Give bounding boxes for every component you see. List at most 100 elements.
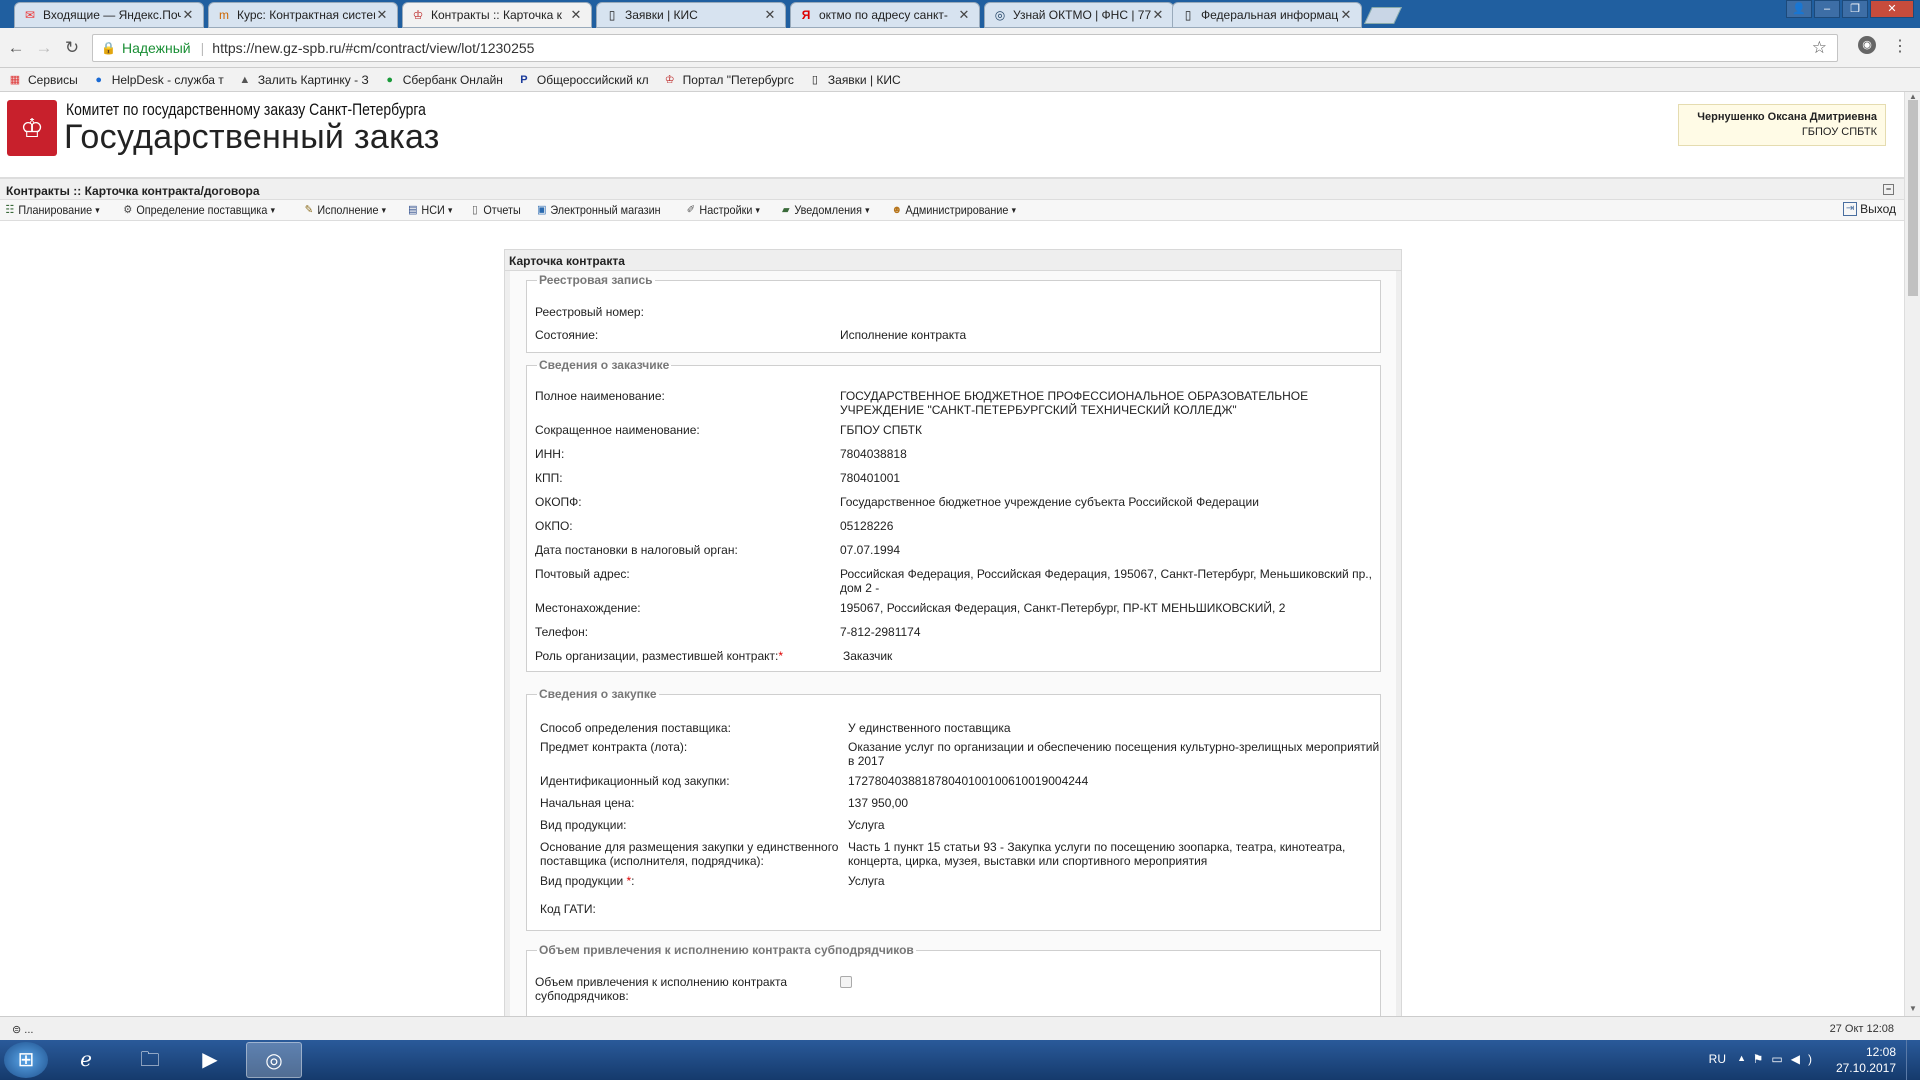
- explorer-taskbar-icon[interactable]: 🗀: [122, 1042, 178, 1078]
- card-body: Реестровая запись Реестровый номер: Сост…: [510, 271, 1396, 1016]
- clock-time[interactable]: 12:08: [1826, 1045, 1896, 1059]
- close-icon[interactable]: ✕: [1339, 7, 1353, 23]
- new-tab-button[interactable]: [1364, 7, 1402, 24]
- close-icon[interactable]: ✕: [1151, 7, 1165, 23]
- bookmark-star-icon[interactable]: ☆: [1812, 38, 1827, 58]
- close-icon[interactable]: ✕: [569, 7, 583, 23]
- window-close-button[interactable]: ✕: [1870, 0, 1914, 18]
- menu-nsi[interactable]: ▤ НСИ ▼: [407, 203, 454, 217]
- field-value: Услуга: [848, 874, 885, 888]
- field-label: Роль организации, разместившей контракт:…: [535, 649, 835, 663]
- menu-settings[interactable]: ✐ Настройки ▼: [685, 203, 762, 217]
- browser-menu-icon[interactable]: ⋮: [1892, 36, 1908, 56]
- user-info[interactable]: Чернушенко Оксана Дмитриевна ГБПОУ СПБТК: [1678, 104, 1886, 146]
- bookmark-classifier[interactable]: P Общероссийский кл: [517, 73, 648, 87]
- menu-admin[interactable]: ☻ Администрирование ▼: [891, 203, 1017, 217]
- network-icon[interactable]: ▭: [1771, 1052, 1790, 1066]
- close-icon[interactable]: ✕: [375, 7, 389, 23]
- caret-down-icon: ▼: [93, 205, 102, 215]
- tab-fns[interactable]: ◎ Узнай ОКТМО | ФНС | 77 ✕: [984, 2, 1174, 28]
- flag-icon[interactable]: ⚑: [1753, 1052, 1772, 1066]
- menu-eshop[interactable]: ▣ Электронный магазин: [536, 203, 661, 217]
- field-value: Часть 1 пункт 15 статьи 93 - Закупка усл…: [848, 840, 1346, 868]
- field-value: Российская Федерация, Российская Федерац…: [840, 567, 1372, 595]
- page-icon: ▯: [608, 8, 616, 22]
- menu-planning[interactable]: ☷ Планирование ▼: [4, 203, 101, 217]
- bookmark-portal[interactable]: ♔ Портал "Петербургс: [663, 73, 794, 87]
- tab-yandex-mail[interactable]: ✉ Входящие — Яндекс.Почта ✕: [14, 2, 204, 28]
- minimize-button[interactable]: –: [1814, 0, 1840, 18]
- close-icon[interactable]: ✕: [181, 7, 195, 23]
- field-label: Объем привлечения к исполнению контракта…: [535, 975, 788, 1003]
- url-field[interactable]: 🔒 Надежный | https://new.gz-spb.ru/#cm/c…: [92, 34, 1838, 62]
- bookmark-sberbank[interactable]: ● Сбербанк Онлайн: [383, 73, 503, 87]
- language-indicator[interactable]: RU: [1709, 1052, 1726, 1066]
- volume-icon[interactable]: ◀): [1791, 1052, 1820, 1066]
- mail-icon: ✉: [24, 8, 36, 22]
- scrollbar-thumb[interactable]: [1908, 100, 1918, 296]
- sberbank-icon: ●: [386, 73, 394, 86]
- bookmarks-bar: ▦ Сервисы ● HelpDesk - служба т ▲ Залить Ка…: [0, 68, 1920, 92]
- restore-button[interactable]: ❐: [1842, 0, 1868, 18]
- field-value: 05128226: [840, 519, 894, 533]
- media-player-taskbar-icon[interactable]: ▶: [182, 1042, 238, 1078]
- tab-oktmo-search[interactable]: Я октмо по адресу санкт- ✕: [790, 2, 980, 28]
- address-bar: ← → ↻ 🔒 Надежный | https://new.gz-spb.ru…: [0, 28, 1920, 68]
- menu-notifications[interactable]: ▰ Уведомления ▼: [780, 203, 871, 217]
- menu-label: Администрирование: [905, 203, 1009, 217]
- coat-of-arms-logo[interactable]: ♔: [7, 100, 57, 156]
- tab-course[interactable]: m Курс: Контрактная система ✕: [208, 2, 398, 28]
- bookmark-kis[interactable]: ▯ Заявки | КИС: [808, 73, 901, 87]
- field-value: 195067, Российская Федерация, Санкт-Пете…: [840, 601, 1286, 615]
- close-icon[interactable]: ✕: [763, 7, 777, 23]
- start-button[interactable]: ⊞: [4, 1042, 48, 1078]
- field-value: 137 950,00: [848, 796, 909, 810]
- chrome-taskbar-icon[interactable]: ◎: [246, 1042, 302, 1078]
- bookmark-helpdesk[interactable]: ● HelpDesk - служба т: [92, 73, 223, 87]
- site-header: ♔ Комитет по государственному заказу Сан…: [0, 92, 1904, 178]
- tab-kis[interactable]: ▯ Заявки | КИС ✕: [596, 2, 786, 28]
- bookmark-image-upload[interactable]: ▲ Залить Картинку - З: [238, 73, 368, 87]
- tab-contracts[interactable]: ♔ Контракты :: Карточка к ✕: [402, 2, 592, 28]
- field-label: ИНН:: [535, 447, 565, 461]
- logout-button[interactable]: ⇥ Выход: [1843, 202, 1896, 216]
- tab-label: октмо по адресу санкт-: [819, 8, 948, 22]
- reload-icon[interactable]: ↻: [60, 36, 84, 60]
- clock-date[interactable]: 27.10.2017: [1826, 1061, 1896, 1075]
- bookmark-label: Портал "Петербургс: [682, 72, 794, 87]
- scroll-down-icon[interactable]: ▼: [1905, 1004, 1920, 1016]
- menu-supplier[interactable]: ⚙ Определение поставщика ▼: [122, 203, 276, 217]
- admin-user-icon: ☻: [891, 203, 902, 216]
- subcontract-checkbox[interactable]: [840, 976, 852, 988]
- collapse-icon[interactable]: −: [1883, 184, 1894, 195]
- field-label: Вид продукции:: [540, 818, 627, 832]
- extension-icon[interactable]: ◉: [1858, 36, 1876, 54]
- contract-card: Карточка контракта Реестровая запись Рее…: [504, 249, 1402, 1016]
- field-value: Государственное бюджетное учреждение суб…: [840, 495, 1259, 509]
- tray-expand-icon[interactable]: ▲: [1737, 1053, 1746, 1063]
- field-value: Исполнение контракта: [840, 328, 967, 342]
- image-upload-icon: ▲: [239, 73, 251, 86]
- bookmark-services[interactable]: ▦ Сервисы: [8, 73, 78, 87]
- close-icon[interactable]: ✕: [957, 7, 971, 23]
- back-arrow-icon[interactable]: ←: [4, 36, 28, 60]
- tab-federal[interactable]: ▯ Федеральная информац ✕: [1172, 2, 1362, 28]
- required-asterisk: *: [778, 649, 784, 663]
- field-label: ОКОПФ:: [535, 495, 582, 509]
- field-label: ОКПО:: [535, 519, 573, 533]
- page-icon: ▯: [1184, 8, 1192, 22]
- menu-execution[interactable]: ✎ Исполнение ▼: [303, 203, 388, 217]
- yandex-icon: Я: [801, 8, 811, 22]
- page-scrollbar[interactable]: ▲ ▼: [1904, 92, 1920, 1016]
- classifier-icon: P: [520, 73, 528, 86]
- show-desktop-button[interactable]: [1906, 1040, 1920, 1080]
- field-value: 7-812-2981174: [840, 625, 921, 639]
- user-profile-button[interactable]: 👤: [1786, 0, 1812, 18]
- ie-taskbar-icon[interactable]: ℯ: [58, 1042, 114, 1078]
- menu-reports[interactable]: ▯ Отчеты: [469, 203, 521, 217]
- portal-icon: ♔: [664, 73, 675, 86]
- page-icon: ▯: [811, 73, 818, 86]
- forward-arrow-icon[interactable]: →: [32, 36, 56, 60]
- supplier-icon: ⚙: [123, 203, 133, 216]
- field-value: ГБПОУ СПБТК: [840, 423, 922, 437]
